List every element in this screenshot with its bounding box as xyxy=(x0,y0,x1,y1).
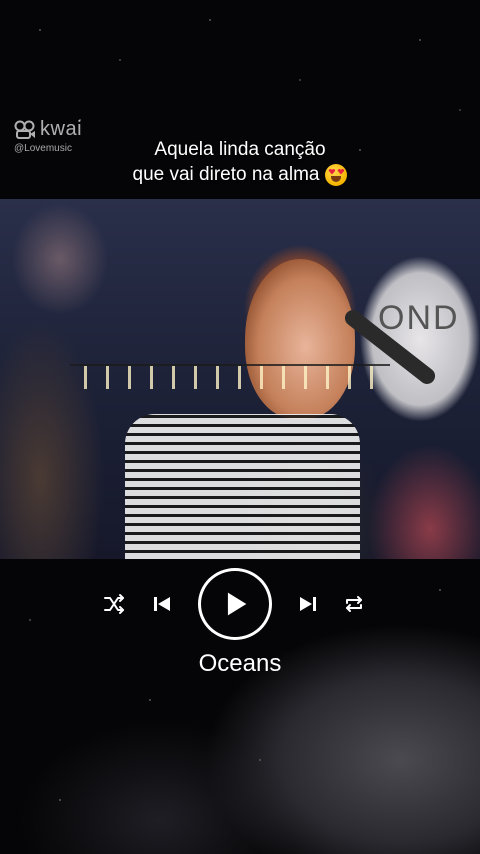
previous-icon xyxy=(154,597,170,611)
play-button[interactable] xyxy=(198,568,272,640)
singer-shirt xyxy=(125,414,360,559)
play-icon xyxy=(227,592,247,616)
caption-line-1: Aquela linda canção xyxy=(154,139,326,160)
singer-figure xyxy=(245,259,355,419)
caption-line-2: que vai direto na alma xyxy=(132,164,320,185)
repeat-icon xyxy=(346,596,362,612)
repeat-button[interactable] xyxy=(342,592,366,616)
background-sign-text: OND xyxy=(378,299,460,337)
next-icon xyxy=(300,597,316,611)
song-title: Oceans xyxy=(198,650,282,677)
previous-button[interactable] xyxy=(150,592,174,616)
player-controls xyxy=(0,568,480,640)
heart-eyes-emoji-icon xyxy=(325,163,348,186)
video-frame[interactable]: OND xyxy=(0,199,480,559)
shuffle-button[interactable] xyxy=(102,592,126,616)
string-lights xyxy=(70,364,390,389)
shuffle-icon xyxy=(104,594,124,614)
video-caption: Aquela linda canção que vai direto na al… xyxy=(0,137,480,187)
next-button[interactable] xyxy=(296,592,320,616)
